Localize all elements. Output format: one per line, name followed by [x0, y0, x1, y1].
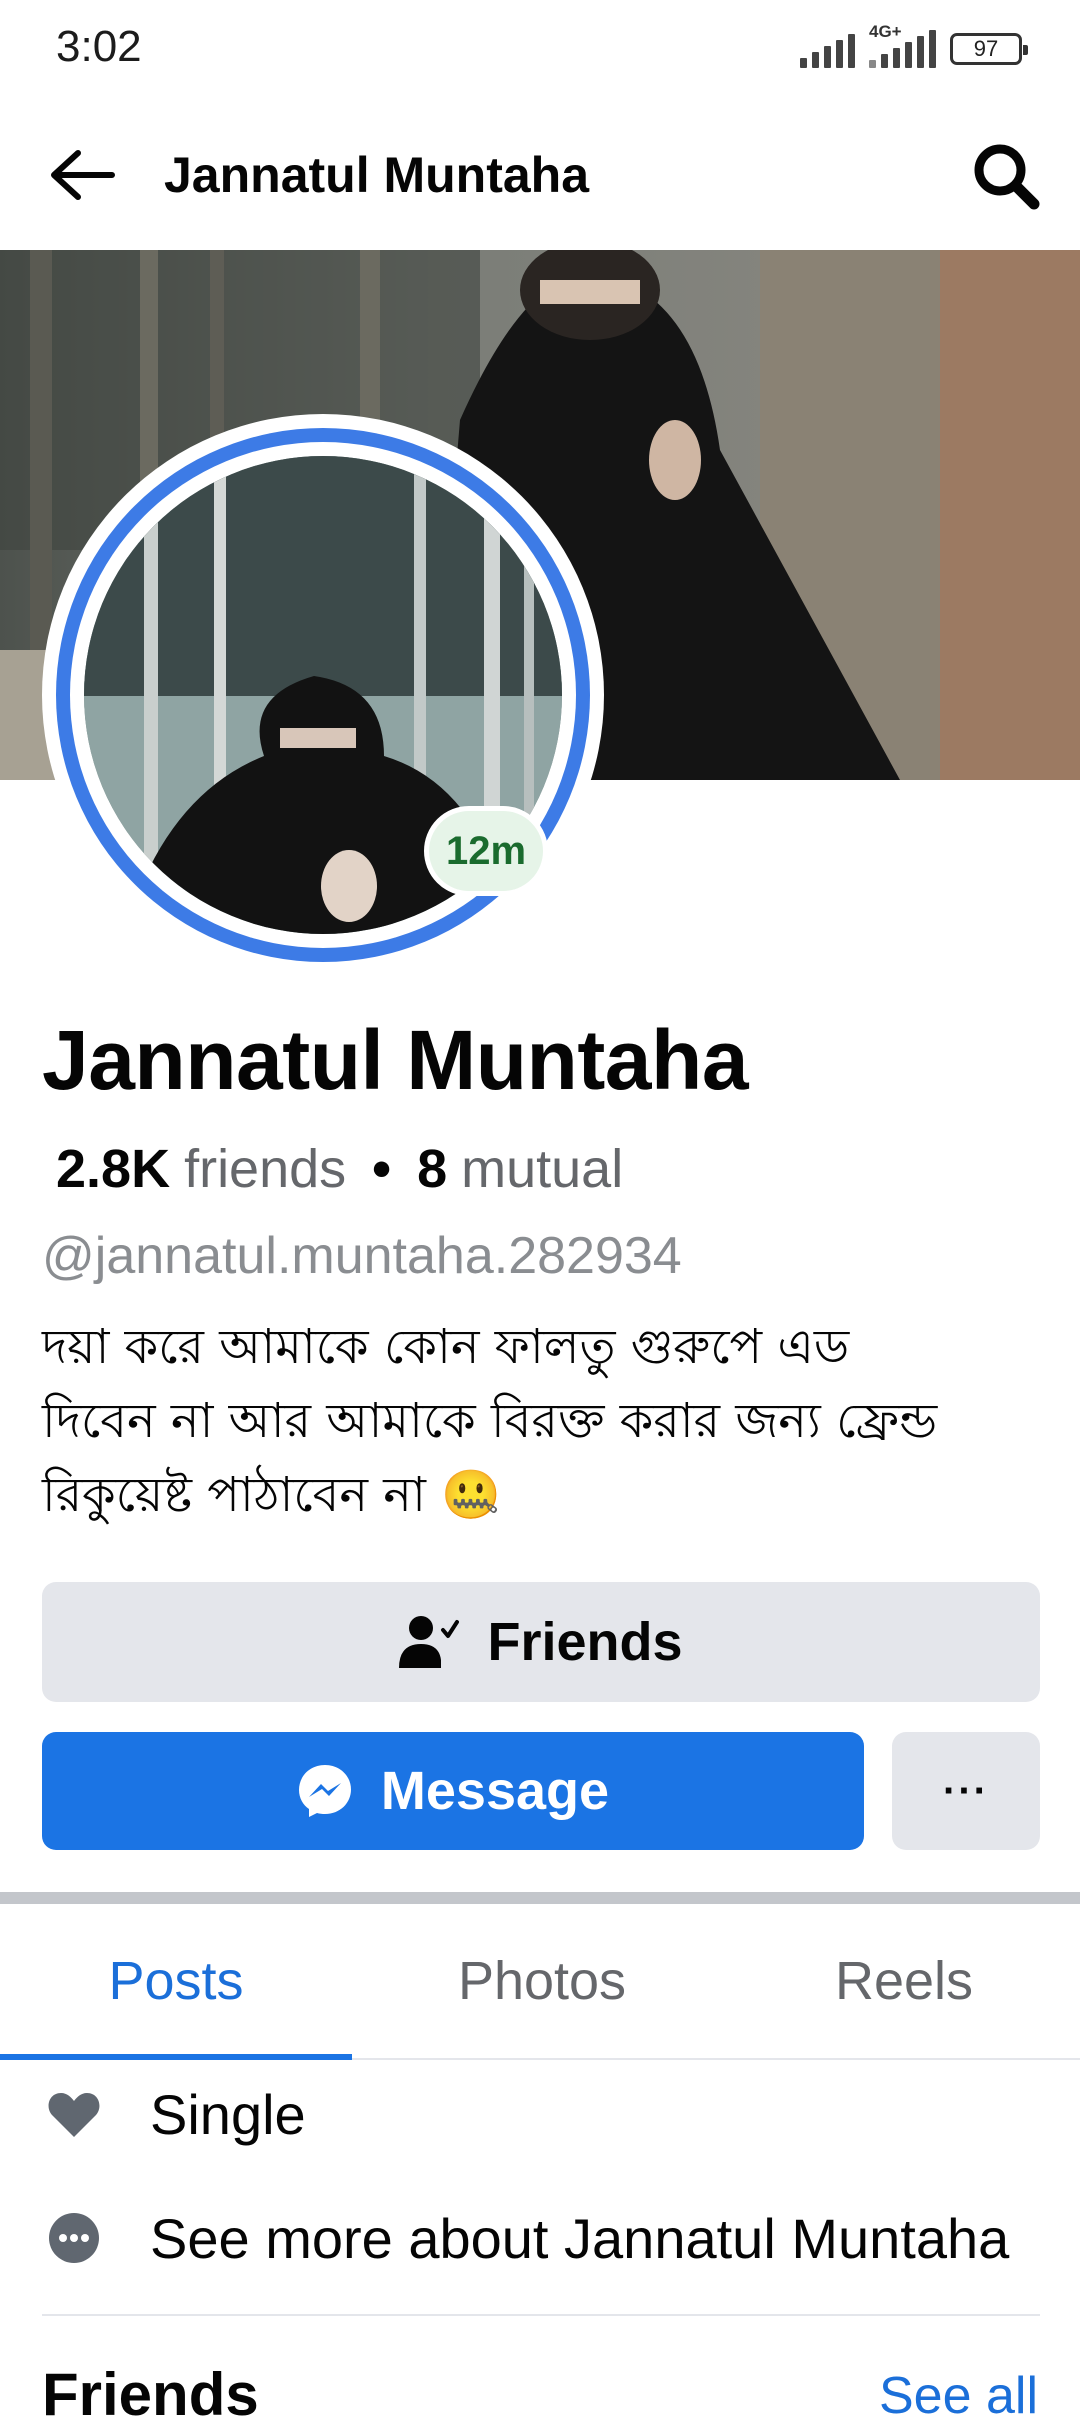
network-type-label: 4G+ [869, 22, 902, 41]
tab-photos[interactable]: Photos [362, 1906, 722, 2056]
arrow-left-icon [51, 150, 115, 200]
back-button[interactable] [42, 140, 122, 210]
status-time: 3:02 [56, 22, 142, 71]
bio-line: দিবেন না আর আমাকে বিরক্ত করার জন্য ফ্রেন… [42, 1393, 938, 1449]
mutual-count: 8 [417, 1139, 448, 1199]
bio-line: রিকুয়েষ্ট পাঠাবেন না 🤐 [42, 1467, 501, 1523]
friend-check-icon [399, 1616, 460, 1668]
see-more-about-row[interactable]: See more about Jannatul Muntaha [0, 2188, 1080, 2288]
relationship-status: Single [150, 2082, 306, 2146]
active-tab-indicator [0, 2054, 352, 2060]
profile-name: Jannatul Muntaha [42, 1013, 749, 1107]
search-button[interactable] [966, 136, 1046, 216]
message-button-label: Message [380, 1761, 610, 1821]
friends-button-label: Friends [487, 1612, 683, 1672]
status-bar: 3:02 4G+ 97 [0, 0, 1080, 100]
see-all-friends-link[interactable]: See all [879, 2366, 1038, 2426]
see-more-about-label: See more about Jannatul Muntaha [150, 2206, 1010, 2270]
section-divider [0, 1892, 1080, 1904]
more-horizontal-icon [49, 2213, 99, 2263]
search-icon [974, 144, 1040, 210]
top-app-bar: Jannatul Muntaha [0, 100, 1080, 248]
bio-line: দয়া করে আমাকে কোন ফালতু গুরুপে এড [42, 1319, 850, 1375]
divider [42, 2314, 1040, 2316]
page-title: Jannatul Muntaha [164, 147, 590, 203]
friend-stats[interactable]: 2.8K friends • 8 mutual [56, 1138, 623, 1200]
friends-button[interactable]: Friends [42, 1582, 1040, 1702]
mutual-label: mutual [461, 1139, 624, 1199]
relationship-row: Single [0, 2064, 1080, 2164]
more-options-button[interactable]: ··· [892, 1732, 1040, 1850]
message-button[interactable]: Message [42, 1732, 864, 1850]
more-icon: ··· [943, 1768, 989, 1813]
profile-tabs: Posts Photos Reels [0, 1906, 1080, 2060]
friends-count: 2.8K [56, 1139, 171, 1199]
stats-separator: • [372, 1139, 392, 1199]
messenger-icon [298, 1765, 351, 1817]
friends-section-heading: Friends [42, 2361, 259, 2428]
tab-reels[interactable]: Reels [728, 1906, 1080, 2056]
battery-level: 97 [973, 36, 999, 61]
battery-icon: 97 [950, 33, 1028, 65]
bio: দয়া করে আমাকে কোন ফালতু গুরুপে এড দিবেন… [42, 1310, 1042, 1532]
heart-icon [48, 2093, 100, 2137]
story-time-badge[interactable]: 12m [424, 806, 548, 896]
status-icons: 4G+ 97 [800, 22, 1028, 72]
username: @jannatul.muntaha.282934 [42, 1227, 682, 1285]
mobile-data-icon: 4G+ [869, 22, 936, 68]
friends-label: friends [184, 1139, 347, 1199]
signal-icon [800, 30, 855, 68]
tab-posts[interactable]: Posts [0, 1906, 352, 2056]
